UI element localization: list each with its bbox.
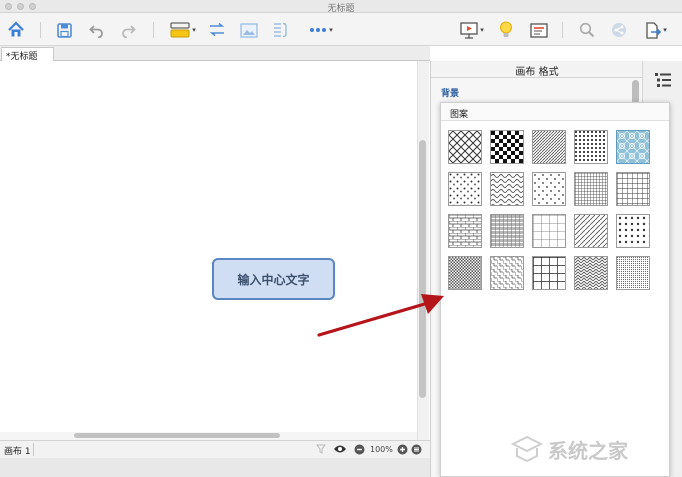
annotation-arrow — [317, 294, 444, 337]
watermark: 系统之家 — [510, 432, 680, 466]
watermark-logo-icon — [510, 435, 544, 463]
watermark-text: 系统之家 — [548, 438, 628, 463]
